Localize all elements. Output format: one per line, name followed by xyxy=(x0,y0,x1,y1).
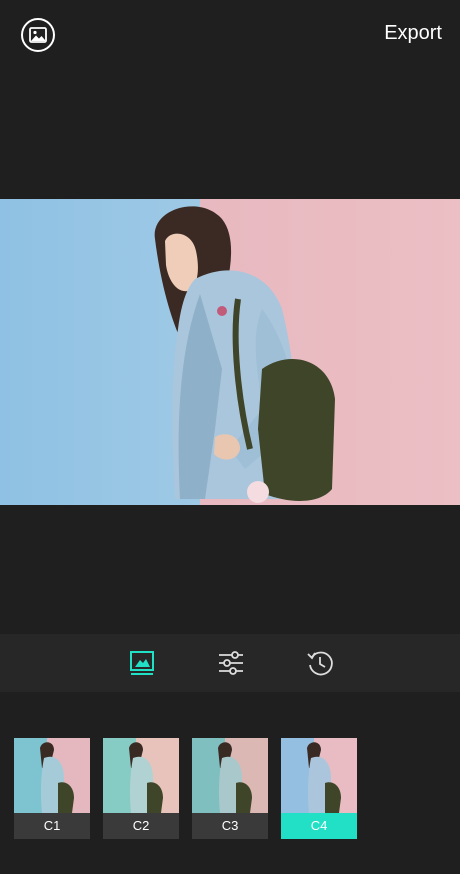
photo-preview xyxy=(0,199,460,505)
filter-c2[interactable]: C2 xyxy=(103,738,179,839)
filter-label: C1 xyxy=(14,813,90,839)
adjust-sliders-icon xyxy=(219,651,243,675)
gallery-button[interactable] xyxy=(21,18,55,52)
filter-preview xyxy=(192,738,268,813)
top-bar: Export xyxy=(0,0,460,70)
filter-label: C4 xyxy=(281,813,357,839)
history-tab[interactable] xyxy=(305,648,335,678)
filter-preview xyxy=(103,738,179,813)
adjust-tab[interactable] xyxy=(216,648,246,678)
export-button[interactable]: Export xyxy=(384,22,442,45)
edit-toolbar xyxy=(0,634,460,692)
photo-image xyxy=(0,199,460,505)
filter-preview xyxy=(14,738,90,813)
filter-c3[interactable]: C3 xyxy=(192,738,268,839)
filter-preview xyxy=(281,738,357,813)
filters-tab[interactable] xyxy=(127,648,157,678)
filter-label: C2 xyxy=(103,813,179,839)
gallery-icon xyxy=(29,27,47,43)
image-filter-icon xyxy=(130,651,154,675)
filter-c1[interactable]: C1 xyxy=(14,738,90,839)
filter-label: C3 xyxy=(192,813,268,839)
filter-strip: C1 C2 C3 C4 xyxy=(0,692,460,874)
history-icon xyxy=(307,651,333,676)
filter-c4[interactable]: C4 xyxy=(281,738,357,839)
